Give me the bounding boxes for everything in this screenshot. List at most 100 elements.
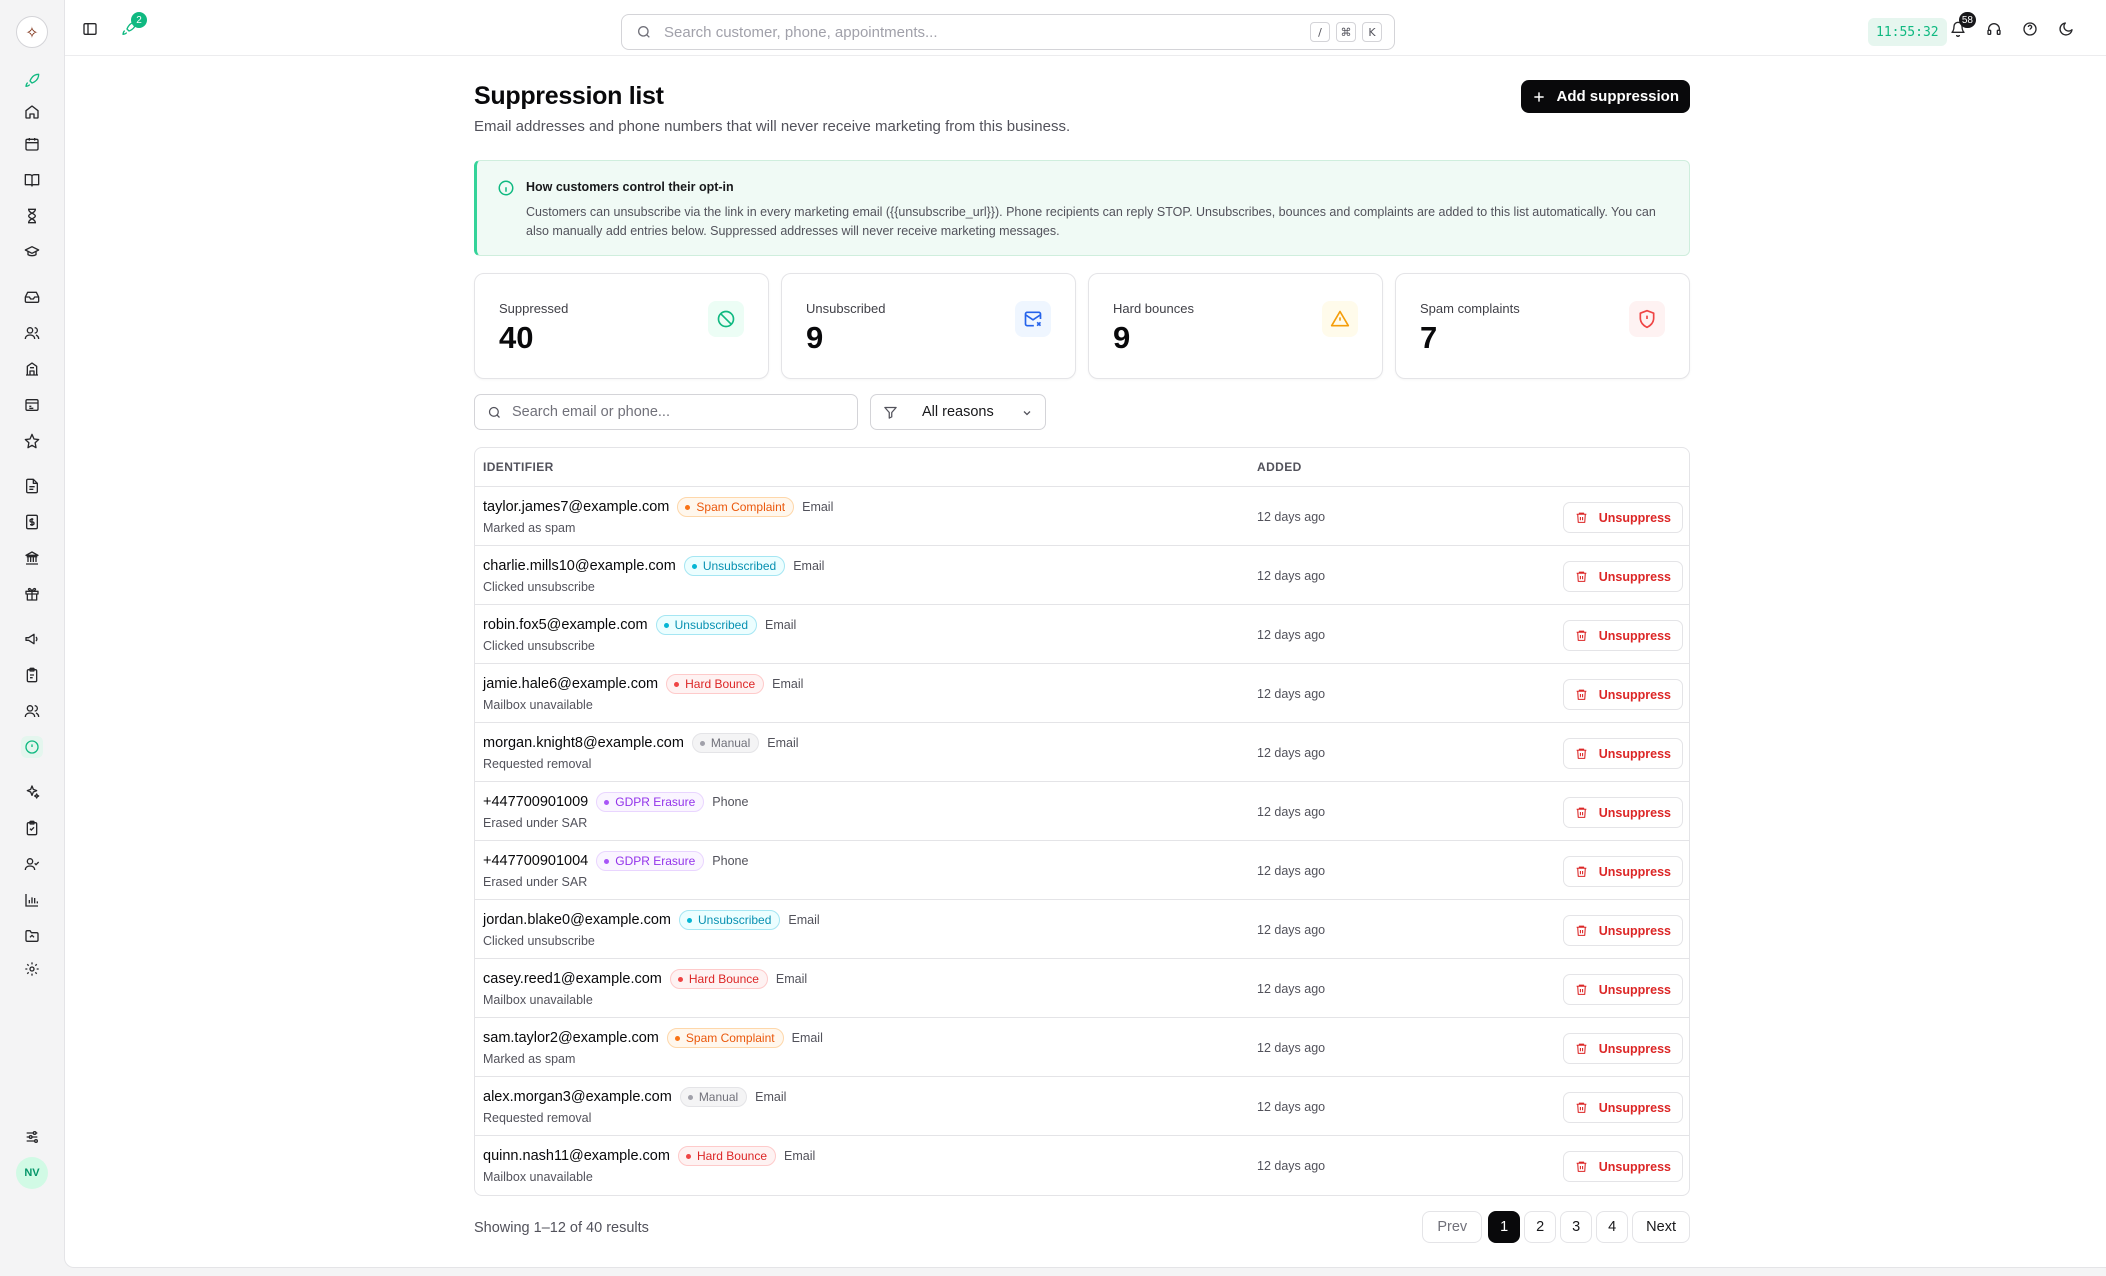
unsuppress-label: Unsuppress — [1598, 1100, 1671, 1115]
rocket-icon[interactable]: 2 — [120, 12, 147, 38]
unsuppress-button[interactable]: Unsuppress — [1562, 915, 1683, 946]
page-button-2[interactable]: 2 — [1524, 1211, 1557, 1243]
clipboard-icon[interactable] — [21, 664, 43, 686]
added-date: 12 days ago — [1257, 628, 1326, 642]
unsuppress-label: Unsuppress — [1598, 569, 1671, 584]
unsuppress-button[interactable]: Unsuppress — [1562, 1151, 1683, 1182]
add-suppression-button[interactable]: Add suppression — [1521, 80, 1690, 113]
team-icon[interactable] — [21, 700, 43, 722]
identifier: taylor.james7@example.com — [483, 499, 670, 515]
user-check-icon[interactable] — [21, 853, 43, 875]
app-logo[interactable]: ✧ — [16, 16, 48, 48]
settings-icon[interactable] — [21, 958, 43, 980]
table-row: quinn.nash11@example.com Hard Bounce Email… — [475, 1136, 1689, 1195]
stat-card-suppressed: Suppressed 40 — [474, 273, 769, 379]
unsuppress-button[interactable]: Unsuppress — [1562, 856, 1683, 887]
trash-icon — [1576, 866, 1587, 877]
next-page-button[interactable]: Next — [1632, 1211, 1690, 1243]
global-search-input[interactable]: Search customer, phone, appointments... … — [621, 14, 1395, 50]
shortcut-hints: / ⌘ K — [1310, 22, 1382, 42]
search-icon — [488, 406, 500, 418]
bell-icon[interactable]: 58 — [1949, 12, 1976, 38]
receipt-icon[interactable] — [21, 394, 43, 416]
users-icon[interactable] — [21, 322, 43, 344]
unsuppress-button[interactable]: Unsuppress — [1562, 738, 1683, 769]
stat-value: 9 — [806, 320, 824, 355]
moon-icon[interactable] — [2057, 20, 2075, 38]
reason-detail: Requested removal — [483, 757, 592, 771]
unsuppress-button[interactable]: Unsuppress — [1562, 797, 1683, 828]
avatar[interactable]: NV — [16, 1157, 48, 1189]
plus-icon — [1534, 91, 1545, 102]
sliders-icon[interactable] — [21, 1126, 43, 1148]
folder-icon[interactable] — [21, 925, 43, 947]
identifier: jordan.blake0@example.com — [483, 912, 672, 928]
page-button-1[interactable]: 1 — [1488, 1211, 1521, 1243]
reason-detail: Clicked unsubscribe — [483, 639, 595, 653]
channel-label: Email — [784, 1149, 816, 1163]
trash-icon — [1576, 925, 1587, 936]
stat-label: Spam complaints — [1420, 301, 1520, 316]
headset-icon[interactable] — [1985, 20, 2003, 38]
invoice-icon[interactable] — [21, 511, 43, 533]
unsuppress-label: Unsuppress — [1598, 805, 1671, 820]
hourglass-icon[interactable] — [21, 205, 43, 227]
chart-icon[interactable] — [21, 889, 43, 911]
reason-detail: Clicked unsubscribe — [483, 580, 595, 594]
identifier: robin.fox5@example.com — [483, 617, 648, 633]
warning-icon — [1322, 301, 1358, 337]
rocket-icon[interactable] — [21, 70, 43, 92]
identifier-cell: jordan.blake0@example.com Unsubscribed Ema… — [483, 910, 820, 930]
channel-label: Email — [788, 913, 820, 927]
sparkles-icon[interactable] — [21, 781, 43, 803]
table-row: +447700901009 GDPR Erasure Phone Erased und… — [475, 782, 1689, 841]
rocket-badge: 2 — [131, 12, 147, 28]
sidebar-toggle-icon[interactable] — [81, 20, 99, 38]
graduation-icon[interactable] — [21, 241, 43, 263]
unsuppress-button[interactable]: Unsuppress — [1562, 974, 1683, 1005]
help-icon[interactable] — [2021, 20, 2039, 38]
table-row: morgan.knight8@example.com Manual Email Req… — [475, 723, 1689, 782]
stat-card-unsubscribed: Unsubscribed 9 — [781, 273, 1076, 379]
suppression-icon[interactable] — [21, 736, 43, 758]
page-button-4[interactable]: 4 — [1596, 1211, 1629, 1243]
home-icon[interactable] — [21, 101, 43, 123]
filter-icon — [884, 406, 897, 419]
book-icon[interactable] — [21, 169, 43, 191]
page-button-3[interactable]: 3 — [1560, 1211, 1593, 1243]
unsuppress-button[interactable]: Unsuppress — [1562, 1092, 1683, 1123]
search-icon — [638, 26, 650, 38]
checklist-icon[interactable] — [21, 817, 43, 839]
building-icon[interactable] — [21, 358, 43, 380]
identifier-cell: +447700901004 GDPR Erasure Phone — [483, 851, 748, 871]
bank-icon[interactable] — [21, 547, 43, 569]
star-icon[interactable] — [21, 430, 43, 452]
inbox-icon[interactable] — [21, 286, 43, 308]
channel-label: Phone — [712, 795, 749, 809]
megaphone-icon[interactable] — [21, 628, 43, 650]
kbd-cmd: ⌘ — [1336, 22, 1356, 42]
calendar-icon[interactable] — [21, 133, 43, 155]
unsuppress-button[interactable]: Unsuppress — [1562, 502, 1683, 533]
prev-page-button[interactable]: Prev — [1422, 1211, 1483, 1243]
unsuppress-button[interactable]: Unsuppress — [1562, 620, 1683, 651]
stat-value: 7 — [1420, 320, 1438, 355]
unsuppress-button[interactable]: Unsuppress — [1562, 679, 1683, 710]
identifier: alex.morgan3@example.com — [483, 1089, 672, 1105]
reason-badge-label: Unsubscribed — [674, 618, 749, 632]
identifier: jamie.hale6@example.com — [483, 676, 659, 692]
reason-badge-label: Unsubscribed — [702, 559, 777, 573]
unsuppress-button[interactable]: Unsuppress — [1562, 561, 1683, 592]
table-header: IDENTIFIER ADDED — [475, 448, 1689, 487]
reason-badge: Hard Bounce — [666, 674, 765, 694]
reason-filter-select[interactable]: All reasons — [870, 394, 1046, 430]
unsuppress-button[interactable]: Unsuppress — [1562, 1033, 1683, 1064]
reason-badge-label: GDPR Erasure — [615, 854, 696, 868]
gift-icon[interactable] — [21, 583, 43, 605]
reason-detail: Clicked unsubscribe — [483, 934, 595, 948]
chevron-down-icon — [1023, 411, 1031, 416]
identifier-search-input[interactable]: Search email or phone... — [474, 394, 858, 430]
identifier-search-placeholder: Search email or phone... — [512, 404, 670, 420]
document-icon[interactable] — [21, 475, 43, 497]
identifier-cell: taylor.james7@example.com Spam Complaint E… — [483, 497, 833, 517]
